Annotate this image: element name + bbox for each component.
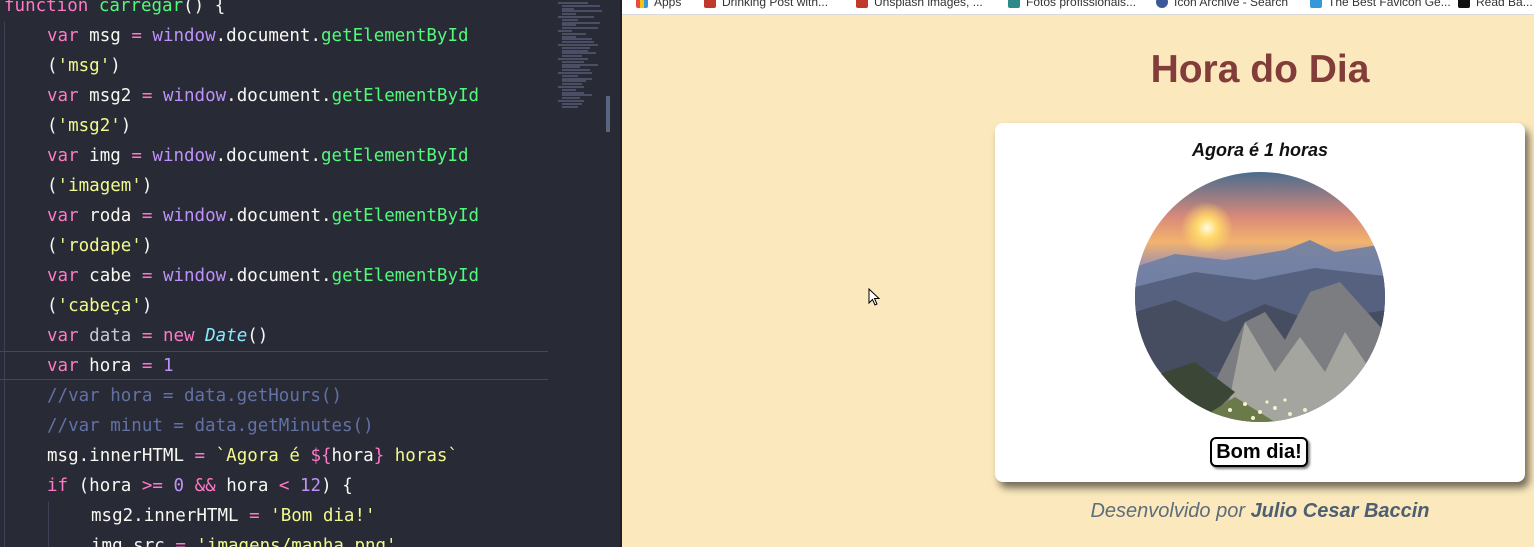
minimap-line [562,105,578,108]
minimap-line [562,83,582,86]
minimap-line [558,44,598,46]
code-line-14[interactable]: //var hora = data.getHours() [47,381,342,411]
code-line-5[interactable]: ('msg2') [47,111,131,141]
minimap-line [562,97,580,100]
code-line-3[interactable]: ('msg') [47,51,121,81]
minimap-line [562,27,598,30]
minimap-line [562,10,602,13]
bookmarks-bar: Apps Drinking Post with... Unsplash imag… [622,0,1534,15]
code-line-10[interactable]: var cabe = window.document.getElementByI… [47,261,479,291]
minimap-line [562,46,590,49]
browser-viewport: Apps Drinking Post with... Unsplash imag… [622,0,1534,547]
code-line-6[interactable]: var img = window.document.getElementById [47,141,469,171]
minimap[interactable] [556,0,606,110]
minimap-line [562,60,584,63]
minimap-line [558,30,572,32]
code-line-7[interactable]: ('imagem') [47,171,152,201]
minimap-line [558,86,584,88]
editor-scrollbar[interactable] [606,96,610,132]
bookmark-item[interactable]: Icon Archive - Search [1156,0,1288,10]
minimap-line [562,102,582,105]
minimap-line [558,100,584,102]
minimap-line [562,38,592,41]
bookmark-icon [1458,0,1470,8]
bookmark-item[interactable]: The Best Favicon Ge... [1310,0,1451,10]
minimap-line [562,91,584,94]
bookmark-label: Read Ba... [1476,0,1533,9]
code-line-4[interactable]: var msg2 = window.document.getElementByI… [47,81,479,111]
minimap-line [562,66,580,69]
minimap-line [558,2,588,4]
bookmark-item[interactable]: Drinking Post with... [704,0,828,10]
code-line-11[interactable]: ('cabeça') [47,291,152,321]
greeting-button[interactable]: Bom dia! [1210,437,1308,467]
bookmark-icon [1310,0,1322,8]
code-line-2[interactable]: var msg = window.document.getElementById [47,21,469,51]
minimap-line [562,63,598,66]
minimap-line [562,7,574,10]
minimap-line [562,74,578,77]
code-line-12[interactable]: var data = new Date() [47,321,268,351]
minimap-line [562,41,594,44]
minimap-line [562,52,596,55]
bookmark-apps[interactable]: Apps [636,0,681,10]
code-line-15[interactable]: //var minut = data.getMinutes() [47,411,374,441]
bookmark-icon [704,0,716,8]
minimap-line [558,72,592,74]
minimap-line [562,69,590,72]
minimap-line [562,4,600,7]
bookmark-item[interactable]: Unsplash images, ... [856,0,983,10]
bookmark-label: Drinking Post with... [722,0,829,9]
minimap-line [558,16,594,18]
footer-prefix: Desenvolvido por [1090,500,1245,522]
code-line-9[interactable]: ('rodape') [47,231,152,261]
code-line-1[interactable]: function carregar() { [4,0,225,21]
indent-guide [48,502,49,547]
code-line-13[interactable]: var hora = 1 [47,351,174,381]
minimap-line [562,55,582,58]
bookmark-icon [1008,0,1020,8]
minimap-line [562,32,586,35]
bookmark-icon [1156,0,1168,8]
minimap-line [562,49,588,52]
indent-guide [4,22,5,547]
code-editor[interactable]: function carregar() { var msg = window.d… [0,0,606,547]
time-of-day-photo [1135,172,1385,422]
time-message: Agora é 1 horas [1191,140,1329,160]
code-line-16[interactable]: msg.innerHTML = `Agora é ${hora} horas` [47,441,458,471]
minimap-line [562,21,600,24]
footer-author: Julio Cesar Baccin [1250,500,1430,522]
minimap-line [562,35,576,38]
minimap-line [562,88,576,91]
bookmark-label: Icon Archive - Search [1174,0,1289,9]
bookmark-label: The Best Favicon Ge... [1328,0,1451,9]
page-footer: Desenvolvido por Julio Cesar Baccin [995,500,1525,523]
minimap-line [562,80,586,83]
minimap-line [562,24,576,27]
bookmark-item[interactable]: Read Ba... [1458,0,1533,10]
code-line-8[interactable]: var roda = window.document.getElementByI… [47,201,479,231]
bookmark-item[interactable]: Fotos profissionais... [1008,0,1136,10]
apps-grid-icon [636,0,648,8]
bookmark-label: Apps [654,0,682,9]
minimap-line [558,58,588,60]
page-title: Hora do Dia [1150,48,1370,91]
minimap-line [562,94,592,97]
minimap-line [562,13,576,16]
photo-art [1135,172,1385,422]
minimap-line [562,18,578,21]
mouse-pointer-icon [868,288,881,306]
code-line-19[interactable]: img.src = 'imagens/manha.png' [91,531,397,547]
code-line-17[interactable]: if (hora >= 0 && hora < 12) { [47,471,353,501]
code-line-18[interactable]: msg2.innerHTML = 'Bom dia!' [91,501,376,531]
bookmark-label: Fotos profissionais... [1026,0,1137,9]
bookmark-icon [856,0,868,8]
minimap-line [562,77,592,80]
content-card: Agora é 1 horas Bom dia! [995,123,1525,482]
bookmark-label: Unsplash images, ... [874,0,983,9]
fn-name: carregar [98,0,184,16]
